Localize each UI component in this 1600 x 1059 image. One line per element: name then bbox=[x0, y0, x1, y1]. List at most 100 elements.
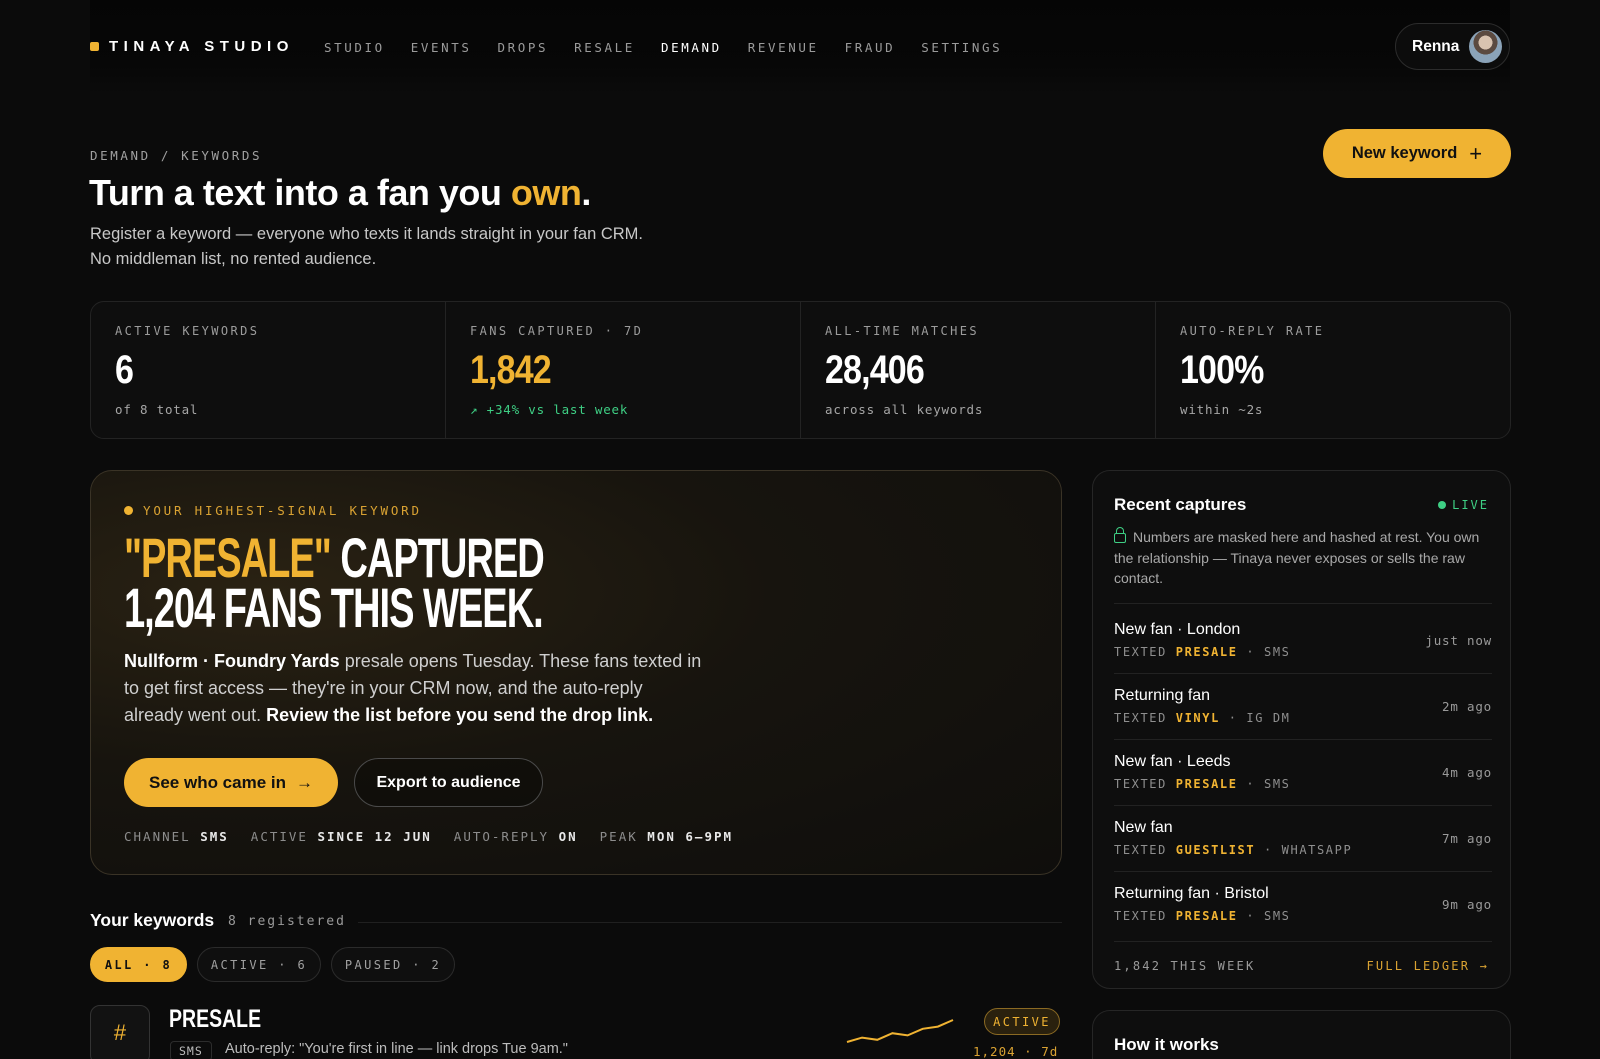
capture-meta: TEXTED VINYL · IG DM bbox=[1114, 711, 1291, 725]
filter-all[interactable]: ALL · 8 bbox=[90, 947, 187, 982]
nav-item-settings[interactable]: SETTINGS bbox=[921, 40, 1002, 55]
stat-note: within ~2s bbox=[1180, 402, 1264, 417]
page-title-main: Turn a text into a fan you bbox=[89, 172, 511, 213]
export-to-audience-label: Export to audience bbox=[376, 773, 521, 791]
capture-keyword: VINYL bbox=[1175, 711, 1220, 725]
live-label: LIVE bbox=[1452, 498, 1489, 512]
capture-fan: New fan · Leeds bbox=[1114, 753, 1231, 770]
capture-time: 2m ago bbox=[1442, 699, 1492, 714]
live-dot-icon bbox=[1438, 501, 1447, 509]
new-keyword-label: New keyword bbox=[1351, 144, 1458, 162]
captures-week-count: 1,842 THIS WEEK bbox=[1114, 959, 1256, 973]
page-title-end: . bbox=[581, 172, 591, 213]
stat-auto-reply-rate: AUTO-REPLY RATE 100% within ~2s bbox=[1156, 302, 1510, 438]
meta-key: CHANNEL bbox=[124, 829, 191, 844]
capture-time: 9m ago bbox=[1442, 897, 1492, 912]
keyword-name: PRESALE bbox=[169, 1005, 262, 1033]
stat-label: FANS CAPTURED · 7D bbox=[470, 324, 644, 338]
hero-eyebrow: YOUR HIGHEST-SIGNAL KEYWORD bbox=[124, 503, 422, 518]
capture-prefix: TEXTED bbox=[1114, 645, 1176, 659]
arrow-right-icon: → bbox=[296, 772, 313, 792]
capture-fan: New fan bbox=[1114, 819, 1173, 836]
keyword-stat: 1,204 · 7d bbox=[973, 1044, 1059, 1059]
stat-label: ACTIVE KEYWORDS bbox=[115, 324, 260, 338]
nav-item-demand[interactable]: DEMAND bbox=[661, 40, 722, 55]
capture-row[interactable]: Returning fan · Bristol TEXTED PRESALE ·… bbox=[1114, 871, 1492, 937]
capture-time: just now bbox=[1425, 633, 1492, 648]
how-it-works-panel: How it works bbox=[1092, 1010, 1511, 1059]
stat-value: 6 bbox=[115, 348, 134, 392]
breadcrumb: DEMAND / KEYWORDS bbox=[90, 148, 263, 163]
nav-item-resale[interactable]: RESALE bbox=[574, 40, 635, 55]
captures-title: Recent captures bbox=[1114, 495, 1247, 514]
keywords-count: 8 registered bbox=[228, 914, 346, 929]
privacy-note-text: Numbers are masked here and hashed at re… bbox=[1114, 529, 1480, 586]
capture-fan: New fan · London bbox=[1114, 621, 1241, 638]
capture-meta: TEXTED PRESALE · SMS bbox=[1114, 645, 1291, 659]
stat-trend: ↗ +34% vs last week bbox=[470, 402, 629, 417]
divider bbox=[1114, 941, 1492, 942]
page-title: Turn a text into a fan you own. bbox=[89, 172, 591, 214]
keyword-auto-reply: Auto-reply: "You're first in line — link… bbox=[225, 1041, 568, 1057]
capture-row[interactable]: Returning fan TEXTED VINYL · IG DM 2m ag… bbox=[1114, 673, 1492, 739]
capture-prefix: TEXTED bbox=[1114, 843, 1176, 857]
filter-paused[interactable]: PAUSED · 2 bbox=[331, 947, 455, 982]
nav-item-revenue[interactable]: REVENUE bbox=[748, 40, 819, 55]
page-title-accent: own bbox=[510, 172, 582, 213]
keyword-channel-badge: SMS bbox=[170, 1041, 212, 1059]
capture-prefix: TEXTED bbox=[1114, 777, 1176, 791]
live-indicator: LIVE bbox=[1438, 498, 1489, 512]
hero-event-name: Nullform · Foundry Yards bbox=[124, 651, 340, 671]
new-keyword-button[interactable]: New keyword + bbox=[1323, 129, 1511, 178]
keyword-trend-sparkline bbox=[846, 1019, 954, 1043]
brand[interactable]: TINAYA STUDIO bbox=[90, 38, 294, 55]
keyword-status-badge: ACTIVE bbox=[984, 1008, 1060, 1035]
brand-logo-icon bbox=[90, 42, 99, 51]
how-it-works-title: How it works bbox=[1114, 1035, 1219, 1054]
export-to-audience-button[interactable]: Export to audience bbox=[354, 758, 543, 807]
nav-item-events[interactable]: EVENTS bbox=[411, 40, 472, 55]
stat-label: AUTO-REPLY RATE bbox=[1180, 324, 1325, 338]
nav-item-fraud[interactable]: FRAUD bbox=[845, 40, 896, 55]
stat-note: across all keywords bbox=[825, 402, 984, 417]
full-ledger-link[interactable]: FULL LEDGER → bbox=[1366, 959, 1489, 973]
capture-channel: · SMS bbox=[1237, 777, 1291, 791]
nav-item-studio[interactable]: STUDIO bbox=[324, 40, 385, 55]
meta-value: SMS bbox=[200, 829, 229, 844]
privacy-note: Numbers are masked here and hashed at re… bbox=[1114, 527, 1492, 589]
section-divider bbox=[358, 922, 1062, 923]
hero-call-to-action: Review the list before you send the drop… bbox=[266, 705, 654, 725]
lock-icon bbox=[1114, 527, 1126, 543]
see-who-came-in-label: See who came in bbox=[149, 772, 286, 792]
stat-value: 100% bbox=[1180, 348, 1264, 392]
top-navigation-bar: TINAYA STUDIO STUDIO EVENTS DROPS RESALE… bbox=[90, 0, 1510, 94]
user-name: Renna bbox=[1412, 37, 1460, 55]
hero-meta: CHANNEL SMS ACTIVE SINCE 12 JUN AUTO-REP… bbox=[124, 829, 733, 844]
capture-channel: · IG DM bbox=[1219, 711, 1291, 725]
user-menu-button[interactable]: Renna bbox=[1395, 23, 1510, 70]
filter-active[interactable]: ACTIVE · 6 bbox=[197, 947, 321, 982]
stat-label: ALL-TIME MATCHES bbox=[825, 324, 979, 338]
capture-fan: Returning fan · Bristol bbox=[1114, 885, 1269, 902]
capture-keyword: PRESALE bbox=[1175, 777, 1238, 791]
capture-time: 7m ago bbox=[1442, 831, 1492, 846]
capture-meta: TEXTED PRESALE · SMS bbox=[1114, 777, 1291, 791]
hero-eyebrow-label: YOUR HIGHEST-SIGNAL KEYWORD bbox=[143, 503, 422, 518]
capture-channel: · SMS bbox=[1237, 645, 1291, 659]
capture-prefix: TEXTED bbox=[1114, 909, 1176, 923]
nav-item-drops[interactable]: DROPS bbox=[498, 40, 549, 55]
highlight-keyword-card: YOUR HIGHEST-SIGNAL KEYWORD "PRESALE" CA… bbox=[90, 470, 1062, 875]
capture-row[interactable]: New fan · London TEXTED PRESALE · SMS ju… bbox=[1114, 607, 1492, 673]
stat-value: 28,406 bbox=[825, 348, 925, 392]
hero-body: Nullform · Foundry Yards presale opens T… bbox=[124, 648, 704, 729]
capture-row[interactable]: New fan · Leeds TEXTED PRESALE · SMS 4m … bbox=[1114, 739, 1492, 805]
capture-keyword: GUESTLIST bbox=[1175, 843, 1256, 857]
meta-channel: CHANNEL SMS bbox=[124, 829, 229, 844]
status-dot-icon bbox=[124, 506, 133, 515]
capture-time: 4m ago bbox=[1442, 765, 1492, 780]
capture-prefix: TEXTED bbox=[1114, 711, 1176, 725]
meta-value: SINCE 12 JUN bbox=[317, 829, 432, 844]
brand-name: TINAYA STUDIO bbox=[109, 38, 294, 55]
see-who-came-in-button[interactable]: See who came in → bbox=[124, 758, 338, 807]
capture-row[interactable]: New fan TEXTED GUESTLIST · WHATSAPP 7m a… bbox=[1114, 805, 1492, 871]
